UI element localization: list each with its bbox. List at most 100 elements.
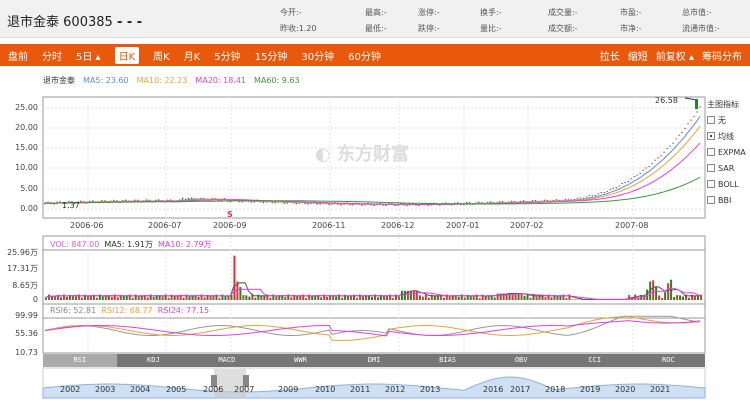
navigator-year: 2007 [234,385,255,394]
y-tick-label: 10.00 [15,163,38,172]
y-tick-label: 0.00 [20,204,38,213]
volume-bar [125,296,128,300]
rsi24-line [44,320,701,337]
volume-bar [356,297,359,300]
indicator-option[interactable]: BOLL [707,176,746,192]
volume-bar [110,296,113,300]
volume-bar [385,296,388,300]
volume-bar [245,295,248,300]
indicator-tab[interactable]: DMI [337,354,411,367]
indicator-panel: 主图指标 无均线 EXPMA SAR BOLL BBI [707,96,746,205]
volume-bar [478,298,481,300]
volume-bar [496,293,499,300]
volume-bar [436,295,439,300]
volume-bar [550,297,553,300]
volume-bar [577,299,580,300]
volume-bar [433,295,436,300]
volume-bar [275,296,278,300]
ma5-line [44,116,701,206]
indicator-tab[interactable]: MACD [190,354,264,367]
checkbox[interactable] [707,116,715,124]
split-marker: S [227,210,233,219]
indicator-tab[interactable]: ROC [632,354,706,367]
indicator-tab[interactable]: KDJ [117,354,191,367]
navigator-year: 2003 [95,385,116,394]
navigator-year: 2012 [385,385,406,394]
rsi-y-tick: 10.73 [15,348,38,357]
volume-bar [676,295,679,300]
volume-bar [362,296,365,300]
volume-bar [523,295,526,300]
volume-bar [421,296,424,300]
volume-bar [269,297,272,300]
indicator-tab[interactable]: WWR [264,354,338,367]
volume-bar [448,296,451,300]
volume-bar [176,295,179,300]
volume-bar [290,297,293,300]
checkbox[interactable] [707,180,715,188]
volume-bar [212,296,215,300]
vol-ma5-line [44,282,700,300]
volume-bar [571,299,574,300]
volume-bar [311,296,314,300]
navigator-year: 2018 [545,385,566,394]
volume-bar [116,297,119,300]
kline-chart[interactable] [0,0,750,400]
volume-bar [371,296,374,300]
indicator-option[interactable]: BBI [707,192,746,208]
navigator-year: 2006 [203,385,224,394]
indicator-option[interactable]: 无 [707,112,746,128]
volume-bar [254,297,257,300]
volume-bar [218,298,221,300]
navigator-year: 2002 [60,385,81,394]
volume-bar [682,296,685,300]
navigator-year: 2019 [580,385,601,394]
indicator-tab[interactable]: CCI [558,354,632,367]
volume-bar [167,297,170,300]
volume-bar [667,283,670,300]
volume-bar [520,293,523,300]
volume-bar [535,296,538,300]
checkbox[interactable] [707,148,715,156]
volume-bar [203,297,206,300]
x-tick-label: 2007-08 [615,221,649,230]
x-tick-label: 2006-12 [381,221,415,230]
volume-bar [655,287,658,300]
volume-bar [224,296,227,300]
ma60-line [44,176,701,205]
y-tick-label: 20.00 [15,123,38,132]
volume-bar [493,297,496,300]
volume-bar [472,296,475,300]
volume-bar [544,296,547,300]
volume-bar [50,296,53,300]
volume-bar [242,295,245,300]
volume-bar [101,296,104,300]
volume-bar [350,295,353,300]
indicator-tab[interactable]: RSI [43,354,117,367]
volume-bar [89,295,92,300]
volume-bar [652,280,655,300]
checkbox[interactable] [707,164,715,172]
high-price-label: 26.58 [655,96,678,105]
volume-bar [418,295,421,300]
indicator-option[interactable]: EXPMA [707,144,746,160]
volume-bar [694,295,697,300]
volume-bar [688,297,691,300]
volume-y-tick: 17.31万 [7,264,38,273]
volume-bar [341,297,344,300]
indicator-option[interactable]: SAR [707,160,746,176]
navigator-year: 2004 [130,385,151,394]
volume-bar [146,297,149,300]
indicator-tabs: RSI KDJ MACD WWR DMI BIAS OBV CCI ROC [43,354,705,367]
navigator-year: 2017 [510,385,531,394]
indicator-tab[interactable]: OBV [484,354,558,367]
volume-bar [335,296,338,300]
indicator-option[interactable]: 均线 [707,128,746,144]
navigator-year: 2011 [350,385,371,394]
indicator-tab[interactable]: BIAS [411,354,485,367]
rsi-legend: RSI6: 52.81 RSI12: 68.77 RSI24: 77.15 [50,306,210,315]
checkbox[interactable] [707,132,715,140]
volume-bar [80,297,83,300]
checkbox[interactable] [707,196,715,204]
volume-bar [697,295,700,300]
